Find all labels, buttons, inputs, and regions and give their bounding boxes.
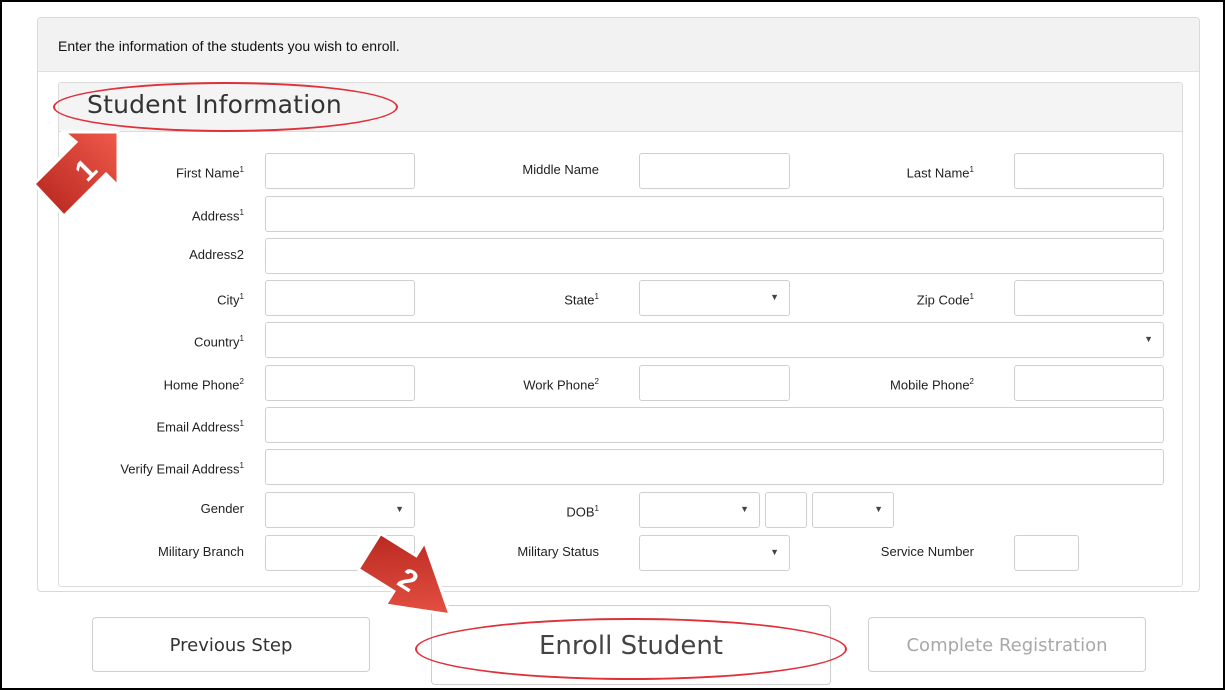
email-field[interactable] bbox=[265, 407, 1164, 443]
work-phone-field[interactable] bbox=[639, 365, 790, 401]
country-select[interactable] bbox=[265, 322, 1164, 358]
address2-field[interactable] bbox=[265, 238, 1164, 274]
middle-name-label: Middle Name bbox=[522, 162, 599, 177]
address-field[interactable] bbox=[265, 196, 1164, 232]
city-label: City1 bbox=[217, 292, 244, 308]
work-phone-label: Work Phone2 bbox=[523, 377, 599, 393]
panel-header: Enter the information of the students yo… bbox=[38, 18, 1199, 72]
state-select[interactable] bbox=[639, 280, 790, 316]
country-label: Country1 bbox=[194, 334, 244, 350]
verify-email-field[interactable] bbox=[265, 449, 1164, 485]
mobile-phone-label: Mobile Phone2 bbox=[890, 377, 974, 393]
military-status-select[interactable] bbox=[639, 535, 790, 571]
city-field[interactable] bbox=[265, 280, 415, 316]
last-name-field[interactable] bbox=[1014, 153, 1164, 189]
dob-year-select[interactable] bbox=[812, 492, 894, 528]
gender-label: Gender bbox=[200, 501, 244, 516]
service-number-field[interactable] bbox=[1014, 535, 1079, 571]
middle-name-field[interactable] bbox=[639, 153, 790, 189]
address2-label: Address2 bbox=[189, 247, 244, 262]
callout-arrow-1: 1 bbox=[31, 130, 120, 219]
last-name-label: Last Name1 bbox=[906, 165, 974, 181]
dob-label: DOB1 bbox=[566, 504, 599, 520]
callout-arrow-2: 2 bbox=[356, 531, 453, 617]
email-label: Email Address1 bbox=[156, 419, 244, 435]
highlight-ring-enroll bbox=[415, 618, 847, 680]
military-branch-label: Military Branch bbox=[158, 544, 244, 559]
state-label: State1 bbox=[564, 292, 599, 308]
mobile-phone-field[interactable] bbox=[1014, 365, 1164, 401]
zip-code-field[interactable] bbox=[1014, 280, 1164, 316]
highlight-ring-section-title bbox=[53, 82, 398, 132]
service-number-label: Service Number bbox=[880, 544, 974, 559]
home-phone-label: Home Phone2 bbox=[163, 377, 244, 393]
verify-email-label: Verify Email Address1 bbox=[120, 461, 244, 477]
home-phone-field[interactable] bbox=[265, 365, 415, 401]
intro-text: Enter the information of the students yo… bbox=[58, 38, 400, 54]
dob-day-field[interactable] bbox=[765, 492, 807, 528]
zip-code-label: Zip Code1 bbox=[916, 292, 974, 308]
dob-month-select[interactable] bbox=[639, 492, 760, 528]
student-info-section: Student Information First Name1 Middle N… bbox=[58, 82, 1183, 587]
previous-step-button[interactable]: Previous Step bbox=[92, 617, 370, 672]
first-name-field[interactable] bbox=[265, 153, 415, 189]
complete-registration-button[interactable]: Complete Registration bbox=[868, 617, 1146, 672]
